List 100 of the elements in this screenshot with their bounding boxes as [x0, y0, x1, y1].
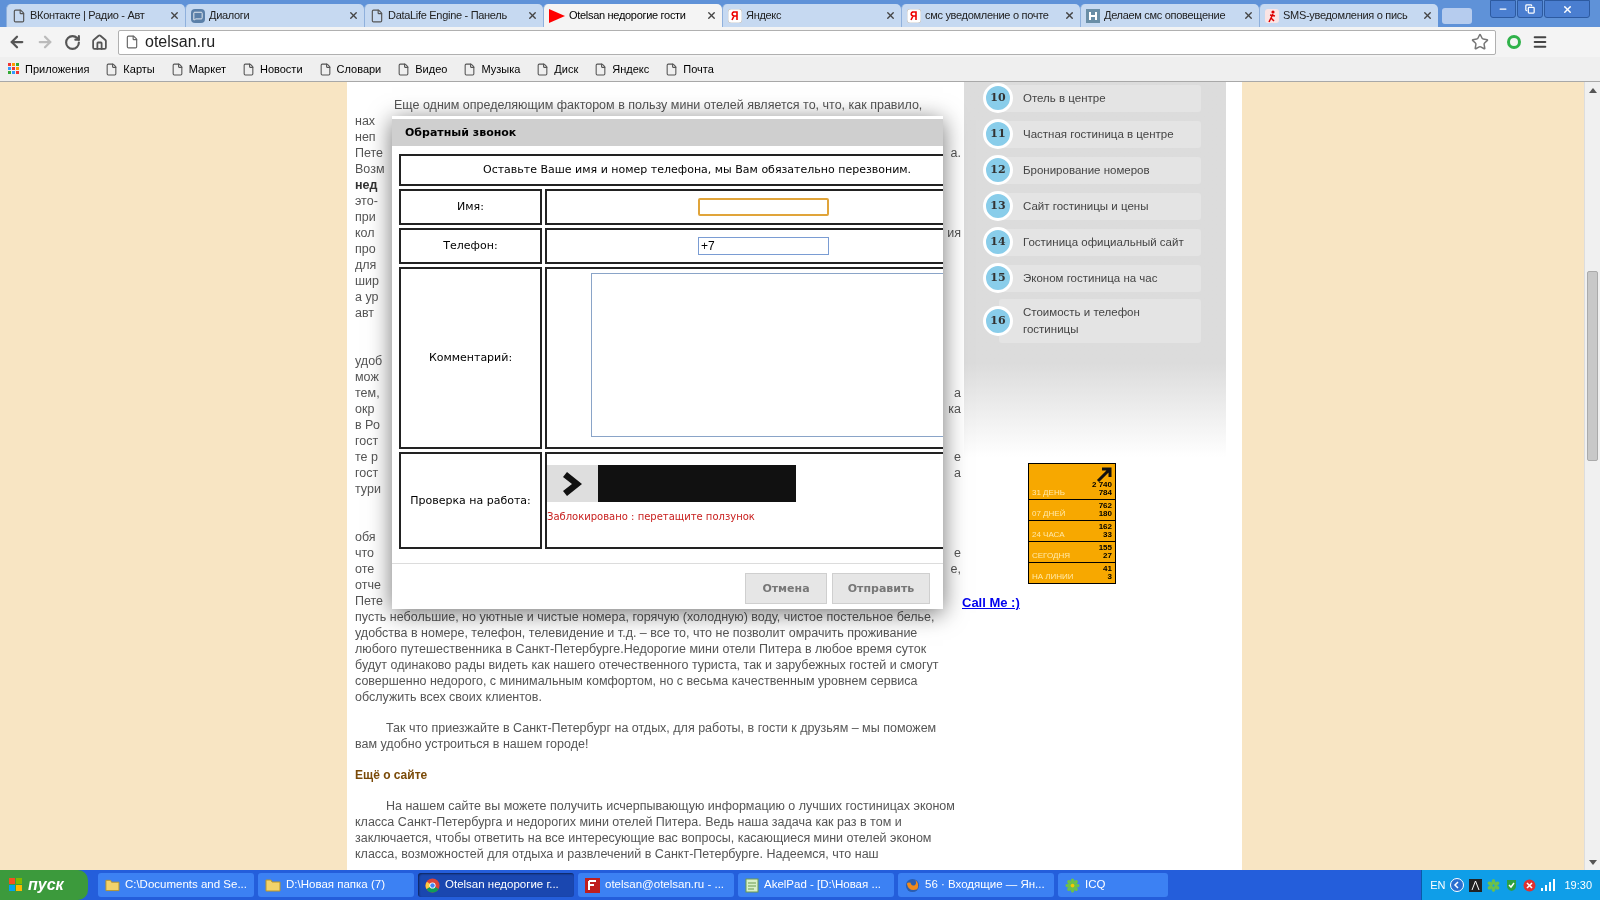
close-icon[interactable]	[169, 10, 180, 21]
folder-icon	[105, 878, 120, 892]
bookmark-star-icon[interactable]	[1471, 33, 1489, 51]
taskbar-button[interactable]: Otelsan недорогие г...	[418, 873, 574, 897]
restore-button[interactable]	[1517, 0, 1543, 18]
close-button[interactable]	[1544, 0, 1590, 18]
counter-value: 3	[1107, 573, 1112, 581]
minimize-button[interactable]	[1490, 0, 1516, 18]
app-tray-icon[interactable]	[1469, 878, 1483, 892]
sidebar-link[interactable]: 15 Эконом гостиница на час	[983, 263, 1226, 293]
browser-logo-icon	[425, 877, 440, 893]
slider-handle[interactable]	[547, 465, 598, 502]
scrollbar[interactable]	[1584, 82, 1600, 870]
text-input-field[interactable]	[698, 198, 829, 216]
bookmark-label: Музыка	[481, 61, 521, 77]
menu-icon[interactable]	[1532, 34, 1548, 50]
close-icon[interactable]	[527, 10, 538, 21]
sidebar-link[interactable]: 16 Стоимость и телефон гостиницы	[983, 299, 1226, 343]
start-button[interactable]: пуск	[0, 870, 88, 900]
address-bar[interactable]: otelsan.ru	[118, 29, 1496, 55]
counter-value: 162	[1098, 523, 1112, 531]
scrollbar-thumb[interactable]	[1587, 271, 1598, 461]
article-text-fragment: а ур	[355, 289, 379, 305]
person-logo-icon	[1265, 8, 1279, 23]
taskbar-button[interactable]: C:\Documents and Se...	[98, 873, 254, 897]
url-text: otelsan.ru	[145, 32, 216, 52]
browser-tab[interactable]: SMS-уведомления о пись	[1259, 4, 1438, 27]
close-icon[interactable]	[1064, 10, 1075, 21]
close-icon[interactable]	[1243, 10, 1254, 21]
article-text-fragment: окр	[355, 401, 375, 417]
article-text-fragment: а	[954, 385, 961, 401]
bookmark[interactable]: Карты	[105, 60, 155, 78]
browser-tab[interactable]: Диалоги	[185, 4, 364, 27]
article-text-fragment: в Ро	[355, 417, 380, 433]
back-icon[interactable]	[8, 33, 26, 51]
bookmark[interactable]: Видео	[397, 60, 448, 78]
arrow-icon	[1096, 467, 1112, 483]
bookmark[interactable]: Почта	[665, 60, 714, 78]
check-shield-icon[interactable]	[1505, 878, 1519, 892]
form-label-cell: Телефон:	[399, 228, 542, 264]
sidebar-link[interactable]: 11 Частная гостиница в центре	[983, 119, 1226, 149]
square-logo-icon	[1086, 8, 1100, 23]
counter-value: 155	[1098, 544, 1112, 552]
dialog-button[interactable]: Отмена	[745, 573, 827, 604]
reload-icon[interactable]	[64, 33, 81, 51]
article-text-fragment: что	[355, 545, 375, 561]
browser-tab[interactable]: Otelsan недорогие гости	[543, 4, 722, 27]
taskbar-button-label: D:\Новая папка (7)	[286, 877, 385, 893]
page-icon	[125, 35, 139, 49]
bookmark[interactable]: Приложения	[8, 60, 90, 78]
x-circle-icon[interactable]	[1523, 878, 1537, 892]
notepad-icon	[745, 877, 759, 893]
article-text-fragment: неп	[355, 129, 376, 145]
up-arrow-icon[interactable]	[1588, 87, 1597, 93]
page-icon	[241, 62, 255, 76]
article-text-fragment: Возм	[355, 161, 385, 177]
bookmark[interactable]: Новости	[241, 60, 303, 78]
sidebar-link[interactable]: 13 Сайт гостиницы и цены	[983, 191, 1226, 221]
bookmark[interactable]: Диск	[536, 60, 579, 78]
browser-tab[interactable]: смс уведомление о почте	[901, 4, 1080, 27]
dialog-button[interactable]: Отправить	[832, 573, 930, 604]
sidebar-link[interactable]: 10 Отель в центре	[983, 83, 1226, 113]
browser-tab[interactable]: Делаем смс оповещение	[1080, 4, 1259, 27]
signal-bars-icon[interactable]	[1541, 879, 1556, 891]
close-icon	[1561, 3, 1573, 15]
taskbar-button[interactable]: AkelPad - [D:\Новая ...	[738, 873, 894, 897]
taskbar-button[interactable]: otelsan@otelsan.ru - ...	[578, 873, 734, 897]
close-icon[interactable]	[885, 10, 896, 21]
close-icon[interactable]	[706, 10, 717, 21]
home-icon[interactable]	[91, 33, 108, 51]
article-text-fragment: ка	[948, 401, 961, 417]
bookmark[interactable]: Музыка	[463, 60, 521, 78]
call-me-link[interactable]: Call Me :)	[962, 593, 1020, 613]
bookmark-label: Приложения	[25, 61, 90, 77]
close-icon[interactable]	[1422, 10, 1433, 21]
letter-logo-icon	[907, 8, 921, 23]
article-text-fragment: а	[954, 465, 961, 481]
arrow-circle-icon[interactable]	[1450, 878, 1465, 892]
clock: 19:30	[1564, 877, 1592, 893]
sidebar-link[interactable]: 14 Гостиница официальный сайт	[983, 227, 1226, 257]
taskbar-button[interactable]: ICQ	[1058, 873, 1168, 897]
sidebar-link[interactable]: 12 Бронирование номеров	[983, 155, 1226, 185]
text-input-field[interactable]: +7	[698, 237, 829, 255]
article-text-fragment: а.	[950, 145, 961, 161]
page-icon	[594, 62, 608, 76]
bookmark-label: Карты	[123, 61, 155, 77]
browser-tab[interactable]: ВКонтакте | Радио - Авт	[6, 4, 185, 27]
taskbar-button[interactable]: D:\Новая папка (7)	[258, 873, 414, 897]
tab-title: DataLife Engine - Панель	[388, 8, 508, 24]
bookmark[interactable]: Яндекс	[594, 60, 650, 78]
browser-tab[interactable]: Яндекс	[722, 4, 901, 27]
bookmark[interactable]: Маркет	[170, 60, 226, 78]
section-heading: Ещё о сайте	[355, 767, 429, 783]
close-icon[interactable]	[348, 10, 359, 21]
taskbar-button[interactable]: 56 · Входящие — Ян...	[898, 873, 1054, 897]
bookmark[interactable]: Словари	[318, 60, 382, 78]
browser-tab[interactable]: DataLife Engine - Панель	[364, 4, 543, 27]
down-arrow-icon[interactable]	[1588, 859, 1597, 865]
taskbar-button-label: ICQ	[1085, 877, 1106, 893]
bookmark-label: Словари	[336, 61, 382, 77]
